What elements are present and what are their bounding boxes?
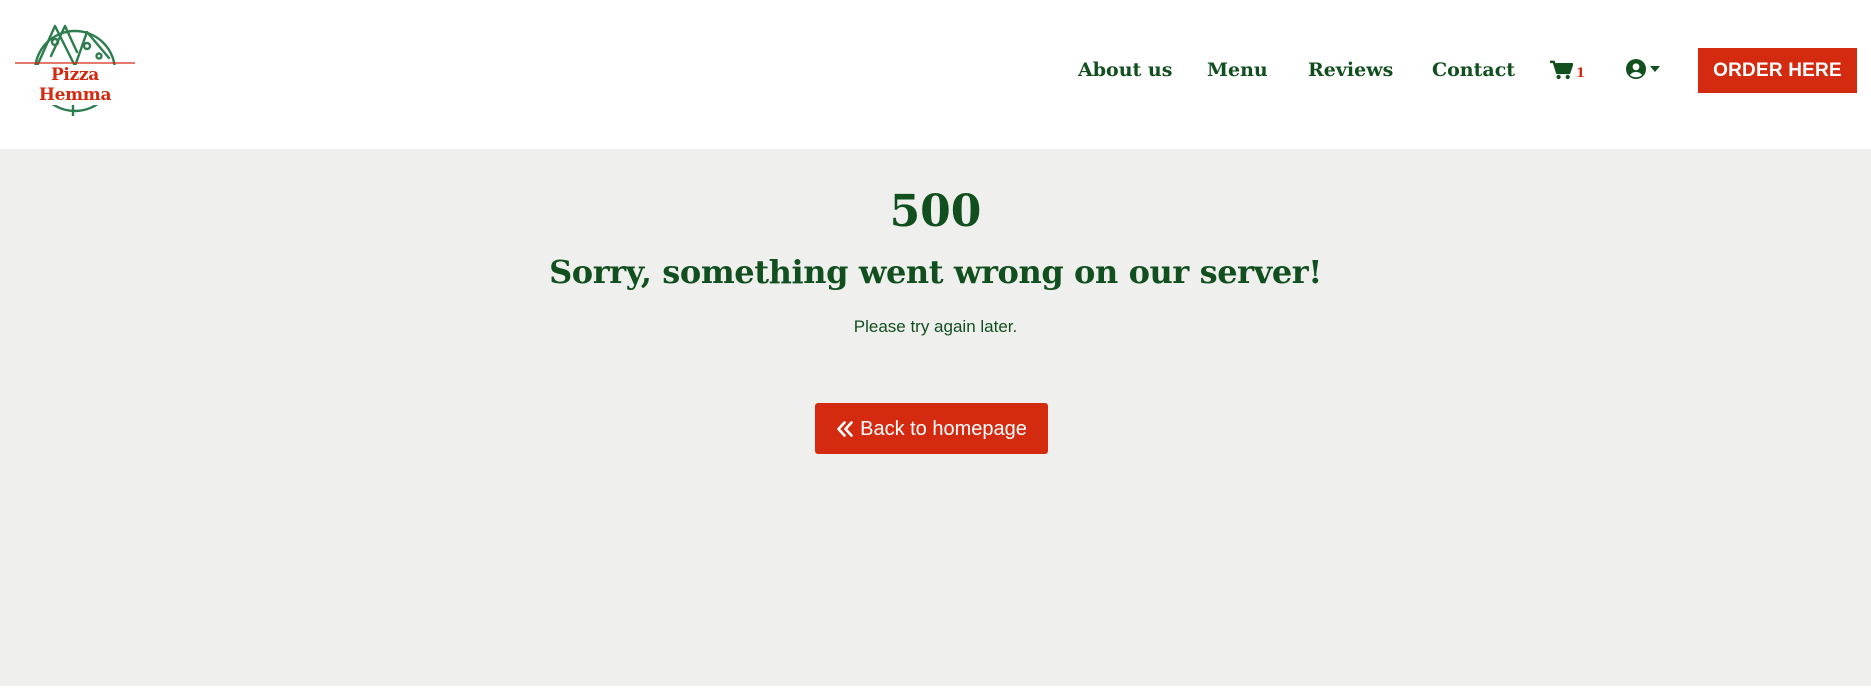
site-header: Pizza Hemma About us Menu Reviews Contac…	[0, 0, 1871, 149]
caret-down-icon	[1650, 66, 1660, 72]
error-headline: Sorry, something went wrong on our serve…	[549, 253, 1322, 291]
back-to-homepage-button[interactable]: Back to homepage	[815, 403, 1048, 454]
cart-count-badge: 1	[1576, 65, 1586, 81]
brand-logo[interactable]: Pizza Hemma	[15, 18, 135, 116]
account-menu-toggle[interactable]	[1626, 58, 1660, 80]
user-circle-icon	[1626, 59, 1646, 79]
cart-button[interactable]: 1	[1550, 57, 1585, 83]
nav-link-about-us[interactable]: About us	[1078, 56, 1172, 84]
nav-link-menu[interactable]: Menu	[1207, 56, 1268, 84]
nav-link-reviews[interactable]: Reviews	[1308, 56, 1393, 84]
order-here-button[interactable]: ORDER HERE	[1698, 48, 1857, 93]
error-message: Please try again later.	[853, 317, 1018, 336]
back-to-homepage-label: Back to homepage	[860, 417, 1027, 440]
brand-name: Pizza Hemma	[15, 65, 135, 105]
shopping-cart-icon	[1550, 60, 1573, 80]
page-footer-edge	[0, 686, 1871, 694]
double-chevron-left-icon	[837, 420, 853, 437]
error-code: 500	[889, 186, 982, 237]
nav-link-contact[interactable]: Contact	[1432, 56, 1515, 84]
